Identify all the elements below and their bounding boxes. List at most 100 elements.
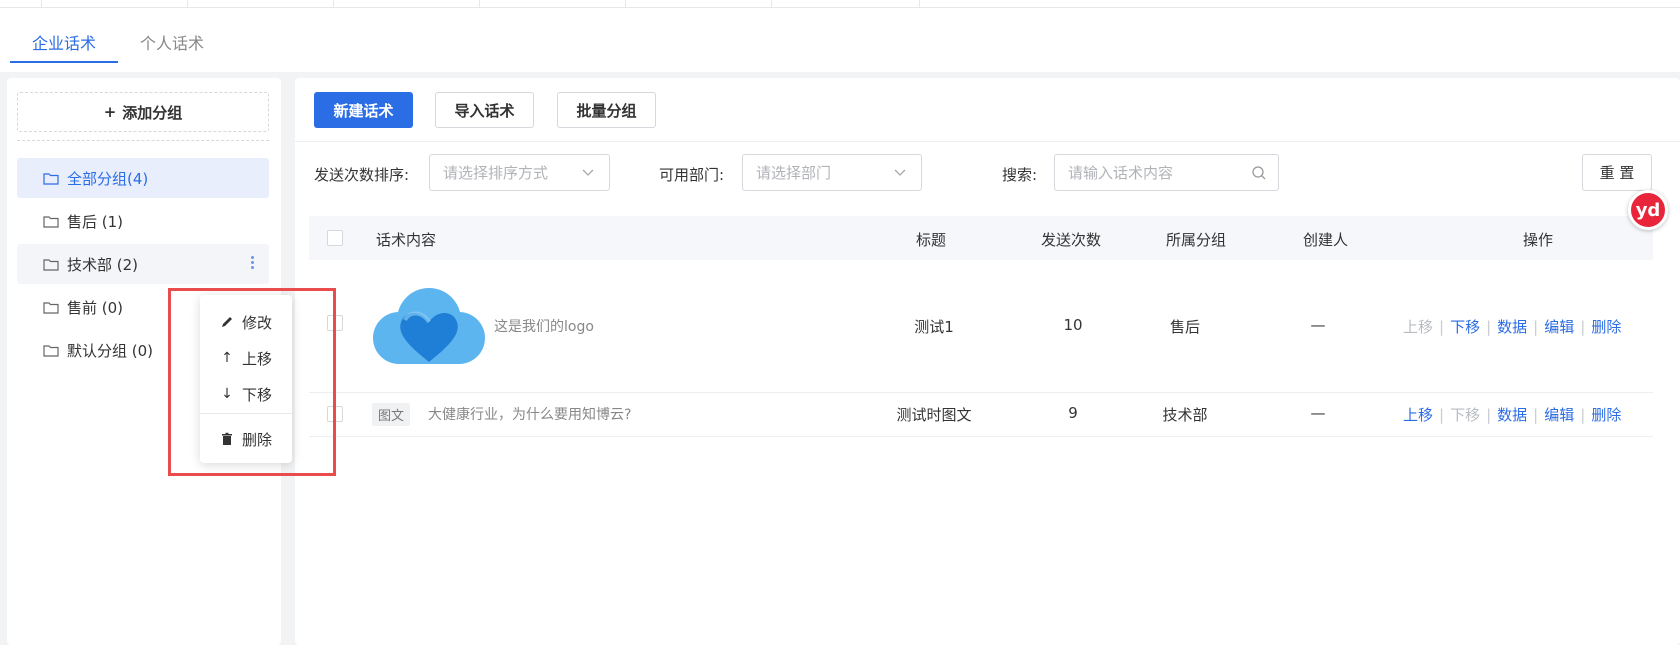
top-tab-segment[interactable] xyxy=(42,0,188,7)
row-title: 测试时图文 xyxy=(896,406,972,424)
chevron-down-icon xyxy=(582,169,594,176)
separator: | xyxy=(1439,318,1445,336)
sort-select[interactable]: 请选择排序方式 xyxy=(429,154,610,191)
table-header: 话术内容 标题 发送次数 所属分组 创建人 操作 xyxy=(309,216,1653,260)
row-checkbox[interactable] xyxy=(327,315,343,331)
move-down-link[interactable]: 下移 xyxy=(1450,318,1480,336)
reset-button[interactable]: 重 置 xyxy=(1582,154,1652,191)
top-tab-segment[interactable] xyxy=(334,0,480,7)
row-actions: 上移 | 下移 | 数据 | 编辑 | 删除 xyxy=(1403,316,1621,337)
arrow-down-icon: ↓ xyxy=(221,386,233,402)
menu-item-move-up[interactable]: ↑ 上移 xyxy=(200,341,292,375)
row-group: 技术部 xyxy=(1162,406,1208,424)
main-panel: 新建话术 导入话术 批量分组 发送次数排序: 请选择排序方式 可用部门: 请选择… xyxy=(295,78,1680,645)
floating-assistant-badge[interactable]: yd xyxy=(1628,190,1668,230)
folder-icon xyxy=(43,301,59,314)
add-group-button[interactable]: + 添加分组 xyxy=(17,92,269,132)
row-content-text: 这是我们的logo xyxy=(494,319,594,335)
row-group: 售后 xyxy=(1169,318,1200,336)
top-tab-segment[interactable] xyxy=(772,0,920,7)
separator: | xyxy=(1580,406,1586,424)
row-content-text: 大健康行业，为什么要用知博云? xyxy=(428,407,632,423)
separator: | xyxy=(1580,318,1586,336)
folder-icon xyxy=(43,215,59,228)
menu-item-label: 删除 xyxy=(242,430,273,449)
menu-divider xyxy=(200,413,292,414)
menu-item-edit[interactable]: 修改 xyxy=(200,305,292,339)
move-up-link[interactable]: 上移 xyxy=(1403,318,1433,336)
row-actions: 上移 | 下移 | 数据 | 编辑 | 删除 xyxy=(1403,404,1621,425)
column-header-group: 所属分组 xyxy=(1166,231,1227,249)
tab-enterprise-scripts[interactable]: 企业话术 xyxy=(32,30,96,54)
sidebar-item-after-sales[interactable]: 售后 (1) xyxy=(17,201,269,241)
column-header-creator: 创建人 xyxy=(1303,231,1349,249)
search-input[interactable] xyxy=(1054,154,1279,191)
row-send-count: 9 xyxy=(1068,404,1078,422)
column-header-content: 话术内容 xyxy=(376,231,437,249)
table-row: 这是我们的logo 测试1 10 售后 — 上移 | 下移 | 数据 | 编辑 | 删除 xyxy=(309,260,1653,393)
new-script-button[interactable]: 新建话术 xyxy=(314,92,413,128)
pencil-icon xyxy=(222,317,232,327)
row-creator: — xyxy=(1310,404,1326,422)
menu-item-move-down[interactable]: ↓ 下移 xyxy=(200,377,292,411)
group-context-menu: 修改 ↑ 上移 ↓ 下移 删除 xyxy=(200,295,292,463)
dept-select-placeholder: 请选择部门 xyxy=(756,164,832,182)
separator: | xyxy=(1439,406,1445,424)
separator: | xyxy=(1533,406,1539,424)
folder-icon xyxy=(43,344,59,357)
data-link[interactable]: 数据 xyxy=(1497,406,1527,424)
plus-icon: + xyxy=(103,103,117,121)
tab-personal-scripts[interactable]: 个人话术 xyxy=(140,30,204,54)
folder-icon xyxy=(43,258,59,271)
column-header-actions: 操作 xyxy=(1523,231,1554,249)
top-tab-segment[interactable] xyxy=(188,0,334,7)
menu-item-label: 修改 xyxy=(242,313,273,332)
sort-label: 发送次数排序: xyxy=(314,166,410,184)
delete-link[interactable]: 删除 xyxy=(1591,406,1621,424)
arrow-up-icon: ↑ xyxy=(221,350,233,366)
import-script-button[interactable]: 导入话术 xyxy=(435,92,534,128)
sidebar-item-label: 售前 (0) xyxy=(67,298,124,317)
folder-icon xyxy=(43,172,59,185)
sidebar-item-label: 售后 (1) xyxy=(67,212,124,231)
top-tab-segment[interactable] xyxy=(0,0,42,7)
column-header-send-count: 发送次数 xyxy=(1041,231,1102,249)
separator: | xyxy=(1486,406,1492,424)
divider xyxy=(295,141,1680,142)
row-checkbox[interactable] xyxy=(327,406,343,422)
move-down-link[interactable]: 下移 xyxy=(1450,406,1480,424)
tabs-bar: 企业话术 个人话术 xyxy=(0,8,1680,72)
data-link[interactable]: 数据 xyxy=(1497,318,1527,336)
row-creator: — xyxy=(1310,316,1326,334)
table-row: 图文 大健康行业，为什么要用知博云? 测试时图文 9 技术部 — 上移 | 下移 | 数… xyxy=(309,393,1653,437)
top-tab-segment[interactable] xyxy=(626,0,772,7)
top-tab-strip xyxy=(0,0,1680,8)
menu-item-label: 下移 xyxy=(242,385,273,404)
chevron-down-icon xyxy=(894,169,906,176)
sidebar-item-all-groups[interactable]: 全部分组(4) xyxy=(17,158,269,198)
delete-link[interactable]: 删除 xyxy=(1591,318,1621,336)
dept-label: 可用部门: xyxy=(659,166,725,184)
edit-link[interactable]: 编辑 xyxy=(1544,318,1574,336)
row-send-count: 10 xyxy=(1063,316,1083,334)
dept-select[interactable]: 请选择部门 xyxy=(742,154,922,191)
cloud-heart-logo-image xyxy=(373,288,485,364)
move-up-link[interactable]: 上移 xyxy=(1403,406,1433,424)
row-title: 测试1 xyxy=(914,318,954,336)
top-tab-segment[interactable] xyxy=(480,0,626,7)
sidebar-item-label: 全部分组(4) xyxy=(67,169,149,188)
more-vertical-icon[interactable] xyxy=(249,254,255,271)
trash-icon xyxy=(222,432,232,445)
add-group-label: 添加分组 xyxy=(122,103,183,122)
batch-group-button[interactable]: 批量分组 xyxy=(557,92,656,128)
search-icon[interactable] xyxy=(1251,165,1267,181)
sidebar-item-label: 技术部 (2) xyxy=(67,255,139,274)
menu-item-delete[interactable]: 删除 xyxy=(200,422,292,456)
search-label: 搜索: xyxy=(1002,166,1038,184)
edit-link[interactable]: 编辑 xyxy=(1544,406,1574,424)
separator: | xyxy=(1533,318,1539,336)
active-tab-underline xyxy=(10,61,118,63)
image-text-tag: 图文 xyxy=(372,403,411,426)
select-all-checkbox[interactable] xyxy=(327,230,343,246)
sidebar-item-tech-dept[interactable]: 技术部 (2) xyxy=(17,244,269,284)
